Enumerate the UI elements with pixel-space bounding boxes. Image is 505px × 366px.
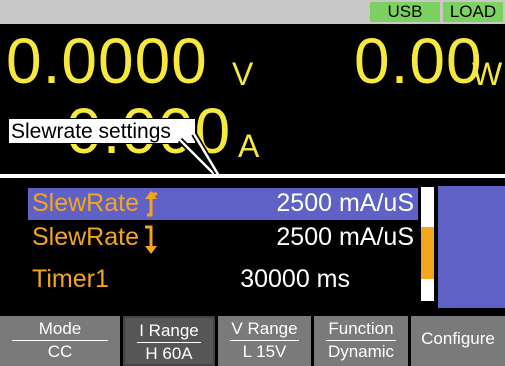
param-value: 30000 ms bbox=[240, 265, 350, 293]
softkey-value: H 60A bbox=[145, 344, 193, 363]
param-label: SlewRate bbox=[32, 223, 139, 251]
configure-softkey[interactable]: Configure bbox=[411, 316, 505, 366]
parameter-scrollbar[interactable] bbox=[421, 187, 434, 301]
param-row-timer1[interactable]: Timer1 30000 ms bbox=[28, 264, 418, 296]
softkey-title: Mode bbox=[38, 319, 82, 338]
softkey-title: Configure bbox=[421, 329, 495, 348]
softkey-bar: Mode CC I Range H 60A V Range L 15V Func… bbox=[0, 316, 505, 366]
softkey-underline bbox=[326, 340, 396, 341]
rise-arrow-icon bbox=[145, 191, 157, 217]
callout-label: Slewrate settings bbox=[8, 118, 196, 144]
softkey-underline bbox=[230, 340, 299, 341]
param-label: SlewRate bbox=[32, 189, 139, 217]
load-indicator: LOAD bbox=[443, 2, 503, 22]
param-value: 2500 mA/uS bbox=[276, 189, 414, 217]
v-range-softkey[interactable]: V Range L 15V bbox=[218, 316, 311, 366]
current-unit: A bbox=[238, 128, 260, 164]
fall-arrow-icon bbox=[145, 225, 157, 254]
softkey-value: Dynamic bbox=[327, 342, 395, 361]
power-unit: W bbox=[472, 56, 503, 92]
scrollbar-thumb[interactable] bbox=[421, 227, 434, 279]
softkey-value: CC bbox=[47, 342, 73, 361]
meter-display: 0.0000 V 0.00 W 0.000 A bbox=[0, 24, 505, 174]
param-value: 2500 mA/uS bbox=[276, 223, 414, 251]
softkey-title: V Range bbox=[231, 319, 298, 338]
i-range-softkey[interactable]: I Range H 60A bbox=[123, 316, 215, 366]
softkey-title: I Range bbox=[139, 321, 199, 340]
softkey-underline bbox=[137, 342, 201, 343]
status-bar: USB LOAD bbox=[0, 0, 505, 24]
side-panel bbox=[438, 186, 505, 308]
power-reading: 0.00 bbox=[354, 25, 483, 97]
softkey-title: Function bbox=[328, 319, 394, 338]
usb-indicator: USB bbox=[370, 2, 440, 22]
voltage-unit: V bbox=[232, 56, 254, 92]
param-row-slewrate-fall[interactable]: SlewRate 2500 mA/uS bbox=[28, 222, 418, 254]
softkey-underline bbox=[12, 340, 108, 341]
voltage-reading: 0.0000 bbox=[6, 25, 208, 97]
param-label: Timer1 bbox=[32, 265, 109, 293]
param-row-slewrate-rise[interactable]: SlewRate 2500 mA/uS bbox=[28, 188, 418, 220]
function-softkey[interactable]: Function Dynamic bbox=[314, 316, 408, 366]
softkey-value: L 15V bbox=[242, 342, 287, 361]
mode-softkey[interactable]: Mode CC bbox=[0, 316, 120, 366]
